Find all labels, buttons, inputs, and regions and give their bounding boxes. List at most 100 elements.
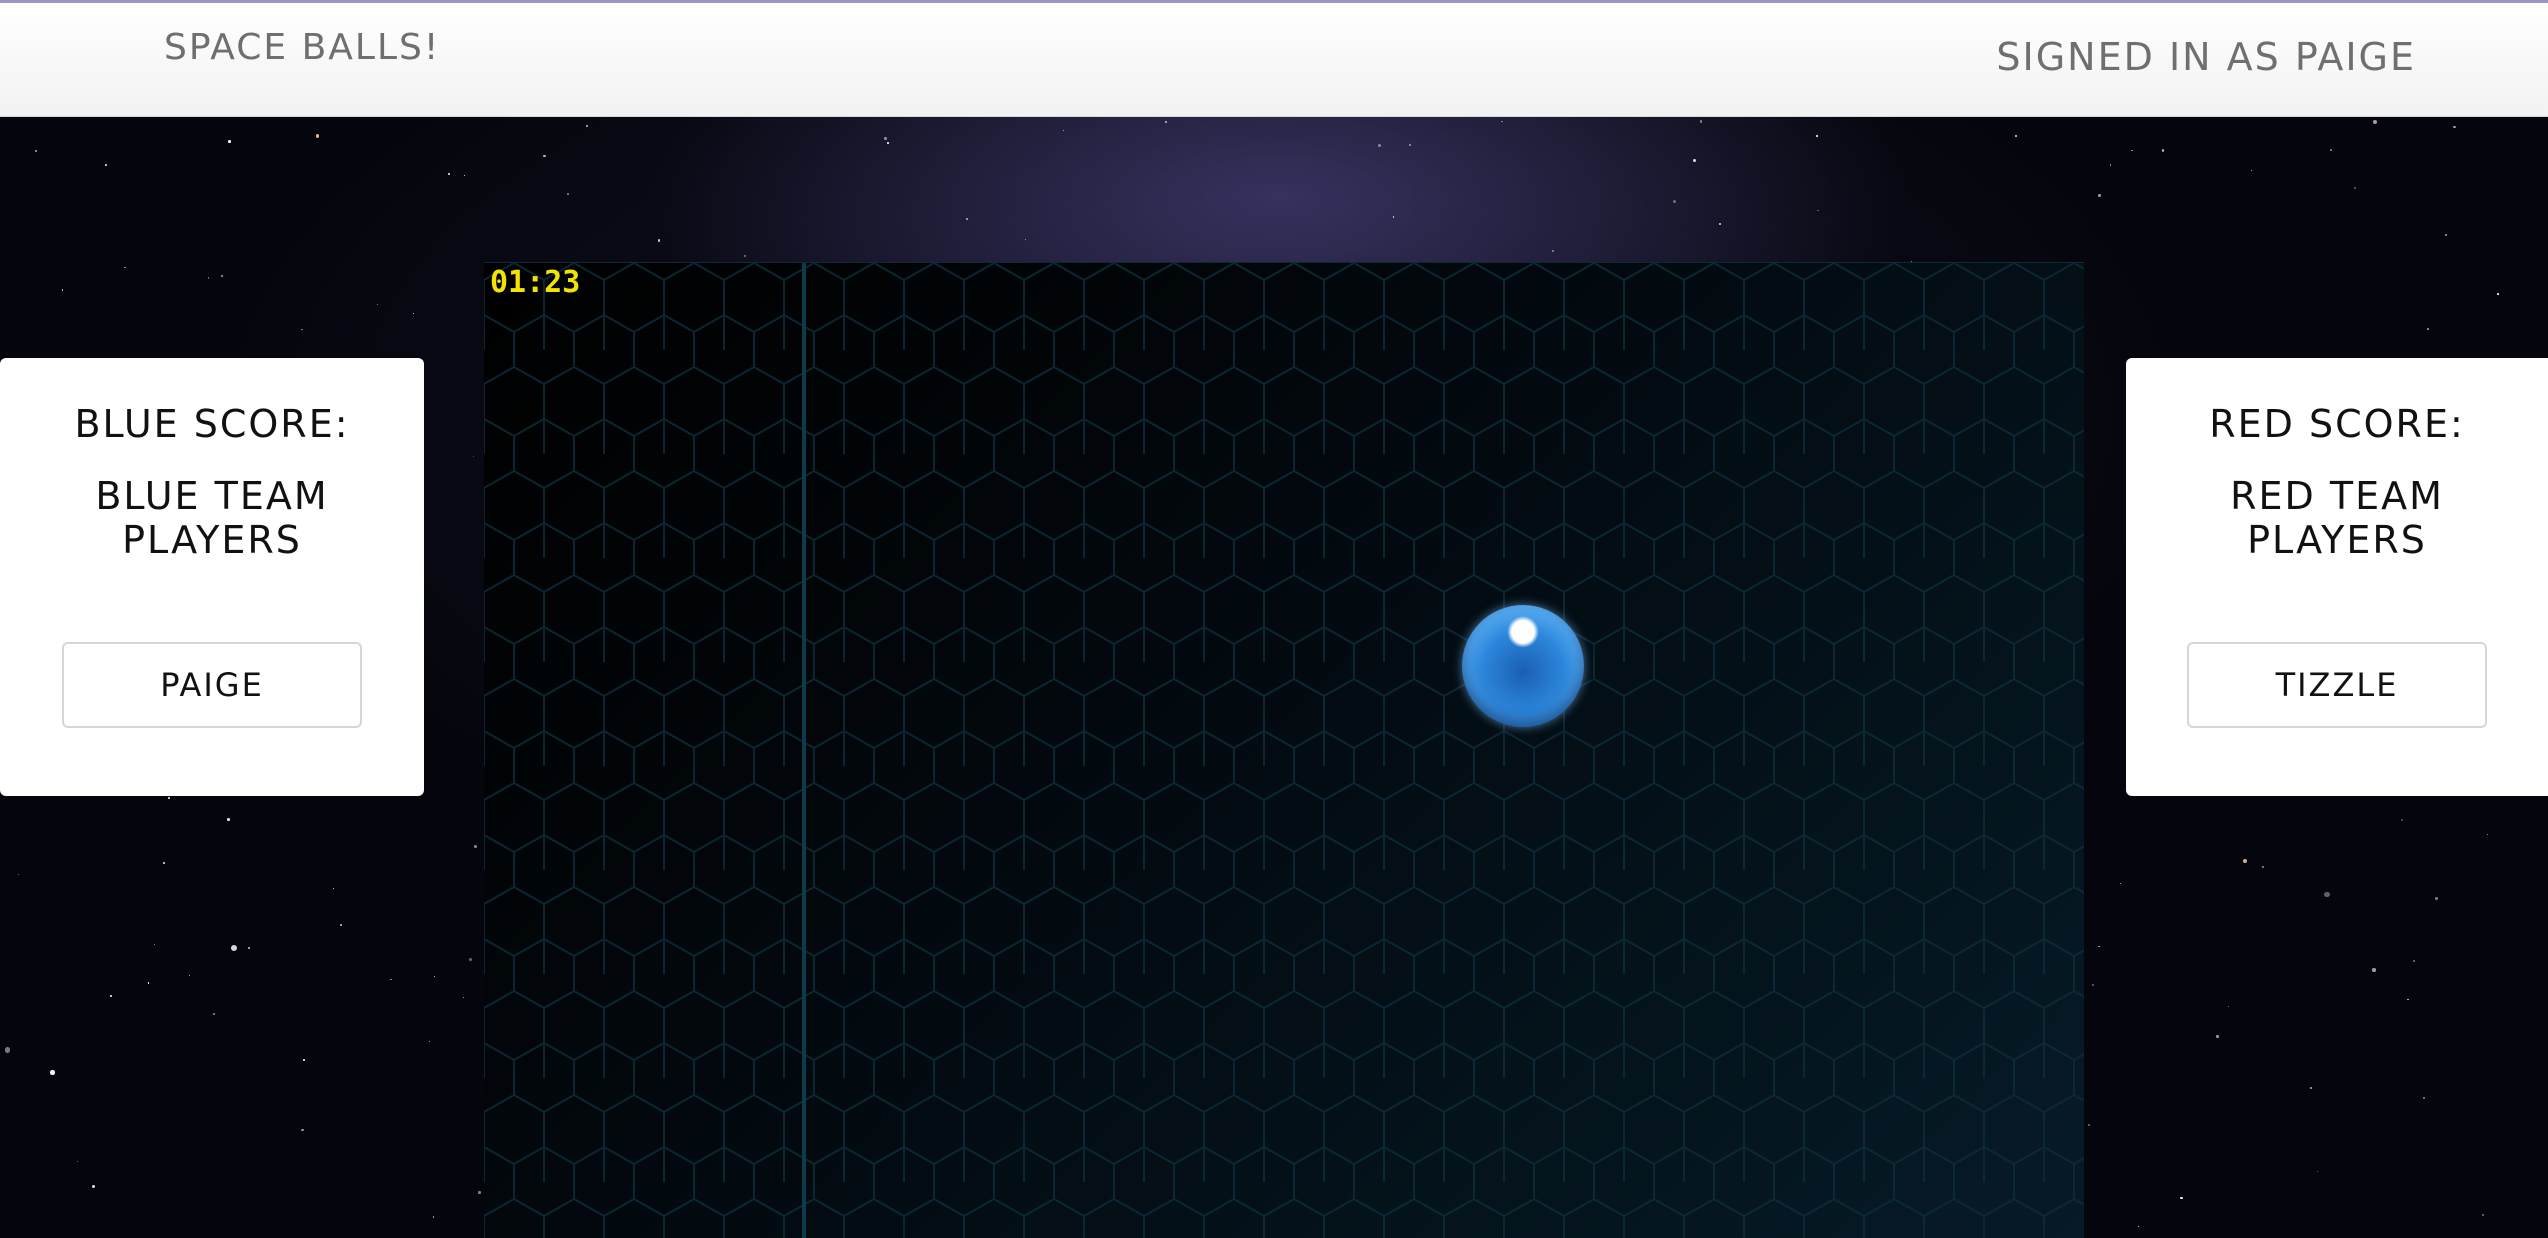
star (1817, 209, 1820, 212)
star (464, 174, 466, 177)
star (2161, 149, 2165, 152)
star (163, 861, 165, 864)
red-player-button[interactable]: Tizzle (2187, 642, 2487, 728)
star (2092, 984, 2094, 987)
star (2110, 164, 2112, 166)
star (2251, 169, 2253, 171)
star (390, 978, 392, 981)
star (377, 303, 379, 305)
app-title[interactable]: Space Balls! (164, 27, 440, 68)
star (1378, 144, 1382, 148)
star (2262, 866, 2265, 869)
star (1392, 216, 1395, 218)
star (2497, 293, 2499, 295)
star (432, 1215, 435, 1218)
star (2088, 1123, 2091, 1126)
star (2413, 960, 2415, 962)
star (469, 958, 472, 962)
star (567, 192, 570, 195)
star (2316, 1170, 2318, 1172)
star (105, 163, 108, 166)
star (212, 1012, 216, 1016)
blue-team-players-label: Blue Team Players (95, 474, 329, 562)
star (744, 254, 746, 257)
field-midline (802, 263, 806, 1238)
star (1063, 129, 1065, 132)
star (340, 924, 342, 926)
star (478, 1191, 481, 1194)
star (168, 797, 170, 799)
star (2372, 119, 2377, 124)
star (1673, 199, 1677, 203)
star (1024, 238, 1026, 240)
star (2329, 149, 2333, 152)
star (413, 312, 415, 314)
star (333, 888, 335, 890)
star (153, 943, 155, 945)
star (2309, 1086, 2313, 1090)
star (1501, 120, 1503, 123)
star (221, 274, 223, 277)
star (473, 455, 475, 458)
star (965, 217, 968, 220)
star (2180, 1196, 2183, 1200)
star (2228, 1006, 2230, 1008)
star (2400, 818, 2403, 821)
game-field[interactable]: 01:23 (484, 262, 2084, 1238)
top-header: Space Balls! Signed in as Paige (0, 0, 2548, 117)
space-ball[interactable] (1462, 605, 1584, 727)
star (585, 125, 588, 128)
star (2119, 882, 2121, 884)
star (301, 1129, 304, 1132)
star (2353, 187, 2356, 189)
star (2131, 149, 2133, 151)
star (2137, 1226, 2139, 1228)
star (303, 1059, 305, 1061)
star (17, 873, 20, 876)
star (207, 277, 210, 280)
star (2407, 998, 2409, 1001)
star (2014, 134, 2018, 138)
star (1699, 120, 1703, 123)
star (447, 172, 450, 175)
star (1164, 121, 1167, 124)
star (2452, 125, 2456, 129)
game-timer: 01:23 (490, 265, 581, 300)
star (2423, 1096, 2426, 1099)
star (1551, 249, 1555, 252)
hex-grid-pattern (484, 263, 2084, 1238)
star (429, 1040, 431, 1042)
star (35, 150, 38, 153)
red-score-panel: Red Score: Red Team Players Tizzle (2126, 358, 2548, 796)
star (434, 975, 436, 977)
star (1408, 143, 1411, 147)
blue-score-panel: Blue Score: Blue Team Players Paige (0, 358, 424, 796)
star (1816, 135, 1818, 137)
blue-score-label: Blue Score: (74, 402, 350, 446)
star (1718, 223, 1721, 226)
star (2098, 945, 2101, 948)
star (227, 140, 231, 143)
star (247, 947, 250, 950)
star (76, 1161, 78, 1163)
star (231, 945, 238, 951)
star (2486, 834, 2489, 836)
red-team-players-label: Red Team Players (2230, 474, 2444, 562)
star (227, 817, 231, 821)
star (50, 1070, 55, 1075)
blue-player-button[interactable]: Paige (62, 642, 362, 728)
star (2444, 233, 2447, 237)
star (61, 289, 64, 291)
star (2481, 1213, 2485, 1217)
star (2216, 1035, 2219, 1038)
star (147, 982, 149, 984)
star (884, 137, 887, 140)
star (887, 142, 889, 144)
star (91, 1185, 95, 1189)
star (1693, 158, 1697, 162)
star (109, 994, 112, 998)
star (543, 154, 546, 157)
star (2324, 891, 2330, 897)
star (657, 239, 661, 242)
star (2434, 897, 2438, 901)
